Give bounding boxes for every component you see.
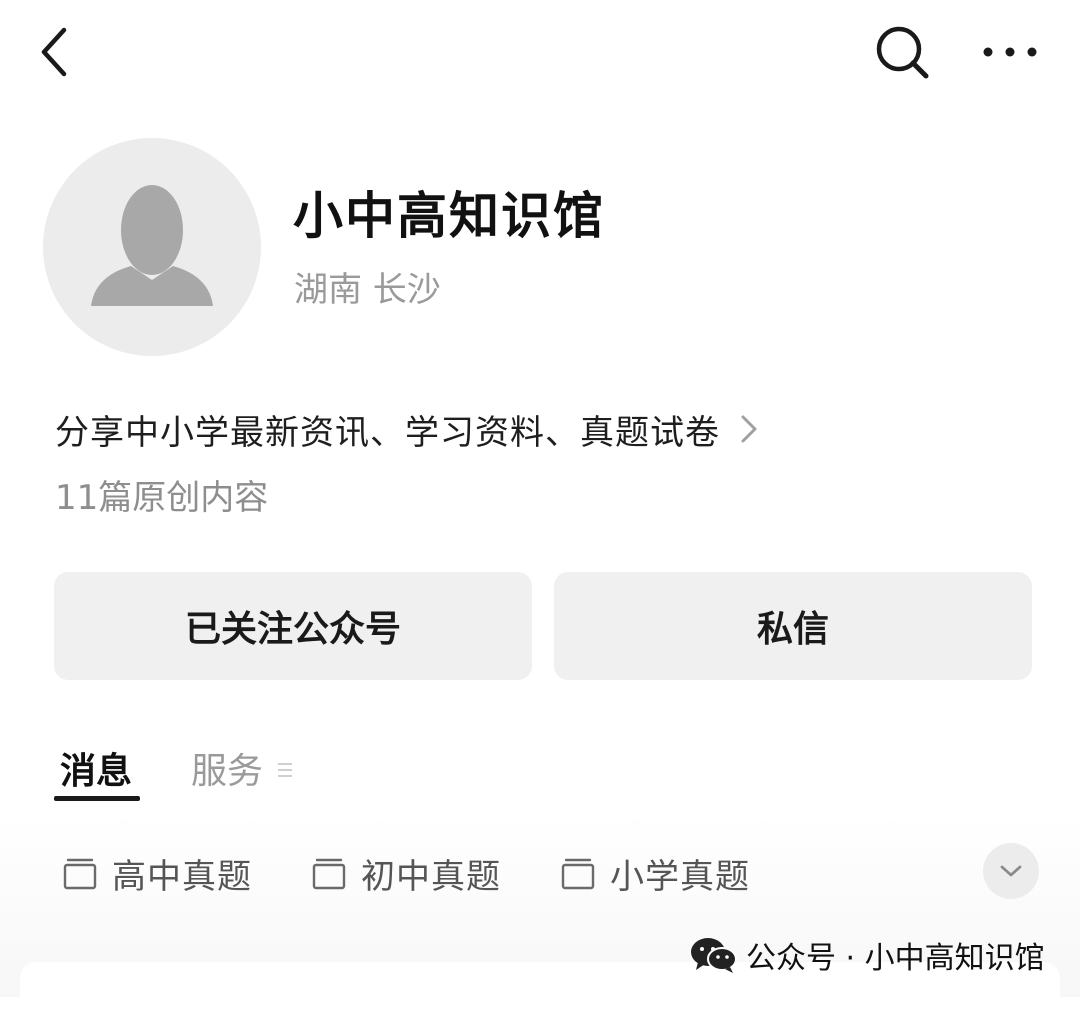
album-icon [312, 858, 346, 890]
chevron-right-icon [741, 415, 757, 443]
active-tab-indicator [54, 796, 140, 801]
album-label: 初中真题 [361, 856, 501, 897]
album-label: 高中真题 [112, 856, 252, 897]
album-label: 小学真题 [610, 856, 750, 897]
more-button[interactable] [978, 30, 1042, 74]
menu-icon [278, 763, 292, 777]
watermark: 公众号 · 小中高知识馆 [688, 932, 1045, 978]
expand-albums-button[interactable] [983, 843, 1039, 899]
original-content-count: 11篇原创内容 [55, 478, 269, 518]
account-name: 小中高知识馆 [293, 187, 605, 245]
follow-button[interactable]: 已关注公众号 [54, 572, 532, 680]
album-icon [63, 858, 97, 890]
more-dots-icon [983, 47, 1037, 57]
private-message-button[interactable]: 私信 [554, 572, 1032, 680]
account-intro: 分享中小学最新资讯、学习资料、真题试卷 [55, 412, 720, 453]
watermark-text: 公众号 · 小中高知识馆 [746, 941, 1045, 976]
avatar[interactable] [43, 138, 261, 356]
account-location: 湖南 长沙 [294, 270, 441, 310]
tab-messages[interactable]: 消息 [60, 742, 132, 794]
back-button[interactable] [30, 22, 80, 82]
album-middle-school[interactable]: 初中真题 [311, 848, 501, 898]
album-high-school[interactable]: 高中真题 [62, 848, 252, 898]
chevron-left-icon [41, 27, 67, 77]
tab-services[interactable]: 服务 [191, 742, 263, 794]
search-icon [876, 26, 929, 79]
wechat-logo [691, 938, 737, 973]
account-intro-link[interactable]: 分享中小学最新资讯、学习资料、真题试卷 [55, 404, 760, 454]
search-button[interactable] [872, 22, 934, 84]
user-silhouette-icon [91, 185, 213, 306]
album-icon [561, 858, 595, 890]
album-primary-school[interactable]: 小学真题 [560, 848, 750, 898]
chevron-down-icon [1000, 865, 1022, 877]
